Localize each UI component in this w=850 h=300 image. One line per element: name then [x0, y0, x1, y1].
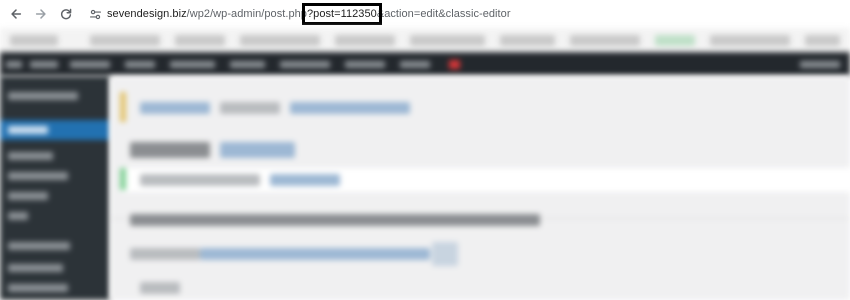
post-editor-content-redacted: [110, 76, 850, 300]
bookmarks-bar-redacted: [0, 28, 850, 52]
reload-icon[interactable]: [55, 3, 77, 25]
site-info-icon[interactable]: [86, 5, 104, 23]
url-host: sevendesign.biz: [107, 8, 187, 20]
url-post-id-highlight: ?post=112350: [301, 3, 382, 25]
wp-admin-menu-redacted: [0, 76, 110, 300]
address-bar[interactable]: sevendesign.biz/wp2/wp-admin/post.php?po…: [107, 3, 511, 25]
wp-admin-bar-redacted: [0, 52, 850, 76]
url-query: &action=edit&classic-editor: [376, 8, 511, 20]
browser-toolbar: sevendesign.biz/wp2/wp-admin/post.php?po…: [0, 0, 850, 28]
url-path: /wp2/wp-admin/post.php: [186, 8, 307, 20]
forward-arrow-icon[interactable]: [30, 3, 52, 25]
back-arrow-icon[interactable]: [5, 3, 27, 25]
